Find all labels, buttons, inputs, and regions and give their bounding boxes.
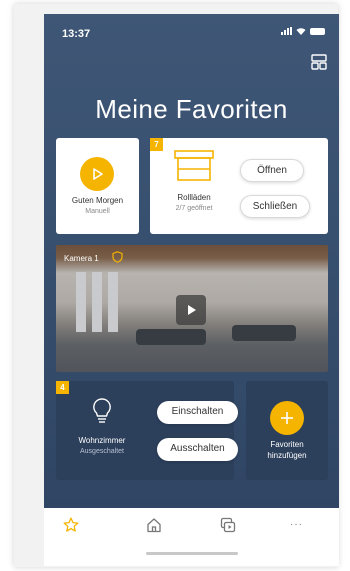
phone-screen: 13:37 Meine Favoriten Guten Morgen Manue… xyxy=(44,14,339,566)
light-off-button[interactable]: Ausschalten xyxy=(157,438,238,461)
scene-mode: Manuell xyxy=(85,208,110,215)
add-favorite-label-line1: Favoriten xyxy=(270,440,304,449)
more-icon[interactable]: ··· xyxy=(290,519,310,535)
light-status: Ausgeschaltet xyxy=(80,448,124,455)
scene-play-button[interactable] xyxy=(80,157,114,191)
light-room-name: Wohnzimmer xyxy=(78,436,126,445)
status-time: 13:37 xyxy=(62,28,91,40)
star-icon[interactable] xyxy=(63,517,79,533)
shutters-count-badge: 7 xyxy=(150,138,163,151)
battery-icon xyxy=(310,28,325,35)
scenes-icon[interactable] xyxy=(220,517,236,533)
bulb-icon xyxy=(93,398,111,423)
light-count-badge: 4 xyxy=(56,381,69,394)
signal-icon xyxy=(281,27,292,35)
scene-name: Guten Morgen xyxy=(71,196,124,205)
open-shutters-button[interactable]: Öffnen xyxy=(240,159,304,182)
play-icon xyxy=(188,305,196,315)
camera-tile[interactable]: Kamera 1 xyxy=(56,245,328,372)
page-title: Meine Favoriten xyxy=(95,94,288,124)
wifi-icon xyxy=(296,28,306,35)
scene-card[interactable]: Guten Morgen Manuell xyxy=(56,138,139,234)
add-favorite-label-line2: hinzufügen xyxy=(267,451,307,460)
camera-play-button[interactable] xyxy=(176,295,206,325)
plus-icon xyxy=(281,412,293,424)
home-icon[interactable] xyxy=(146,517,162,533)
shield-icon xyxy=(112,251,123,263)
grid-layout-icon[interactable] xyxy=(311,54,327,70)
bottom-nav: ··· xyxy=(44,508,339,566)
shutter-icon xyxy=(174,150,214,181)
shutters-status: 2/7 geöffnet xyxy=(175,205,213,212)
app-background: 13:37 Meine Favoriten Guten Morgen Manue… xyxy=(44,14,339,508)
shutters-name: Rollläden xyxy=(177,193,211,202)
shutters-card: 7 Rollläden 2/7 geöffnet Öffnen Schließe… xyxy=(150,138,328,234)
camera-name: Kamera 1 xyxy=(64,254,99,263)
play-icon xyxy=(93,168,103,180)
home-indicator xyxy=(146,552,238,555)
status-icons xyxy=(281,27,325,35)
light-card: 4 Wohnzimmer Ausgeschaltet Einschalten A… xyxy=(56,381,238,480)
light-on-button[interactable]: Einschalten xyxy=(157,401,238,424)
close-shutters-button[interactable]: Schließen xyxy=(240,195,310,218)
add-favorite-card[interactable]: Favoriten hinzufügen xyxy=(246,381,328,480)
add-favorite-button[interactable] xyxy=(270,401,304,435)
